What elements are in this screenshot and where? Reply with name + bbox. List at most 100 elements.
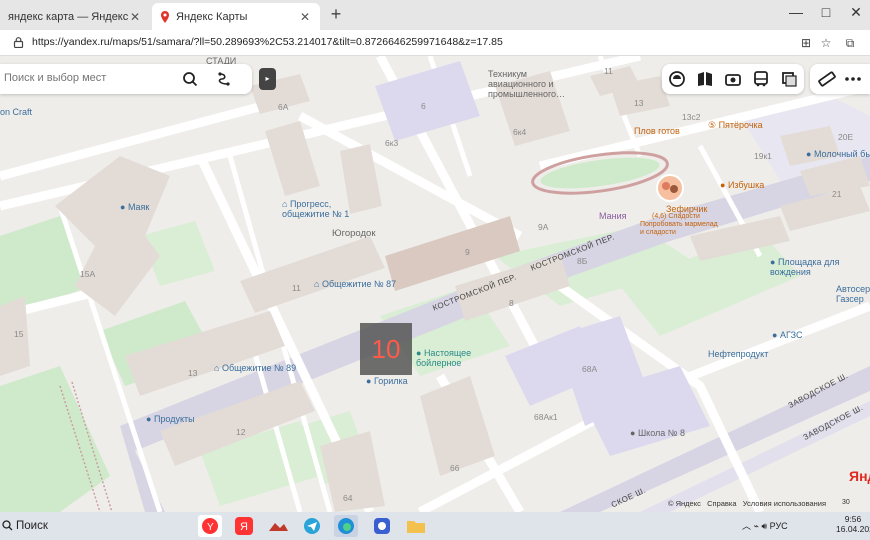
map-layers-panel (662, 64, 804, 94)
copyright-text: © Яндекс (668, 499, 701, 508)
poi-pyaterochka[interactable]: ⑤ Пятёрочка (708, 120, 763, 131)
telegram-app[interactable] (300, 515, 324, 537)
favorite-star-icon[interactable]: ☆ (818, 35, 834, 51)
collapse-panel-button[interactable]: ▸ (259, 68, 276, 90)
house-number: 13 (634, 98, 644, 108)
app-install-icon[interactable]: ⊞ (798, 35, 814, 51)
maximize-button[interactable]: □ (812, 4, 840, 20)
svg-text:Y: Y (207, 522, 214, 533)
terms-link[interactable]: Условия использования (743, 499, 826, 508)
poi-autoservice[interactable]: Автосерв Газсер (836, 284, 870, 304)
map-canvas[interactable]: 15А 15 13 12 11 9 8 6 6А 6к3 6к4 9А 8Б 6… (0, 56, 870, 512)
poi-dormitory-87[interactable]: ⌂ Общежитие № 87 (314, 279, 396, 289)
yandex-icon: Я (235, 517, 253, 535)
route-icon[interactable] (216, 71, 232, 87)
house-number: 15 (14, 329, 24, 339)
taskbar: Поиск Y Я ︿ ⌁ 🔊︎ РУС 9:56 16.04.202 (0, 512, 870, 540)
house-number: 11 (604, 66, 613, 76)
house-number: 13 (188, 368, 198, 378)
layers-icon[interactable] (668, 70, 686, 88)
poi-izbushka[interactable]: ● Избушка (720, 180, 764, 190)
clock-time: 9:56 (844, 514, 862, 524)
camera-icon[interactable] (724, 70, 742, 88)
more-options-icon[interactable] (844, 70, 862, 88)
poi-driving-area[interactable]: ● Площадка для вождения (770, 257, 850, 277)
taskbar-search[interactable]: Поиск (0, 512, 192, 540)
poi-gorilka[interactable]: ● Горилка (366, 376, 408, 386)
edge-app[interactable] (334, 515, 358, 537)
language-indicator[interactable]: РУС (770, 521, 788, 531)
yandex-app[interactable]: Я (232, 515, 256, 537)
edge-icon (338, 518, 354, 534)
house-number: 21 (832, 189, 842, 199)
search-icon[interactable] (182, 71, 198, 87)
house-number: 9А (538, 222, 549, 232)
close-tab-icon[interactable]: ✕ (128, 10, 142, 24)
url-field[interactable]: https://yandex.ru/maps/51/samara/?ll=50.… (32, 36, 503, 48)
poi-mayak[interactable]: ● Маяк (120, 202, 149, 212)
search-input[interactable] (4, 72, 174, 84)
house-number: 6к4 (513, 127, 527, 137)
poi-technikum[interactable]: Техникум авиационного и промышленного… (488, 69, 568, 99)
house-number: 64 (343, 493, 353, 503)
poi-agzs[interactable]: ● АГЗС (772, 330, 802, 340)
browser-tab-bar: яндекс карта — Яндекс: нашлось ✕ Яндекс … (0, 0, 870, 30)
tab-search-results[interactable]: яндекс карта — Яндекс: нашлось ✕ (0, 3, 150, 30)
app-icon (374, 518, 390, 534)
house-number: 8Б (577, 256, 588, 266)
tab-label: яндекс карта — Яндекс: нашлось (8, 10, 128, 23)
taskbar-clock[interactable]: 9:56 16.04.202 (836, 514, 870, 534)
poi-plov[interactable]: Плов готов (634, 126, 680, 136)
poi-molochny[interactable]: ● Молочный бы (806, 149, 870, 159)
minimize-button[interactable]: — (782, 4, 810, 20)
map-footer: © Яндекс Справка Условия использования (668, 499, 826, 508)
poi-zefirchik-avatar[interactable] (656, 174, 718, 202)
system-tray: ︿ ⌁ 🔊︎ РУС (742, 519, 788, 532)
panorama-icon[interactable] (780, 70, 798, 88)
yandex-browser-app[interactable]: Y (198, 515, 222, 537)
tab-yandex-maps[interactable]: Яндекс Карты ✕ (152, 3, 320, 30)
house-number: 6к3 (385, 138, 399, 148)
area-label: Югородок (332, 228, 376, 239)
close-tab-icon[interactable]: ✕ (298, 10, 312, 24)
lock-icon[interactable] (13, 37, 24, 48)
poi-school-8[interactable]: ● Школа № 8 (630, 428, 685, 438)
poi-produkty[interactable]: ● Продукты (146, 414, 195, 424)
tray-arrow-icon[interactable]: ︿ (742, 521, 751, 531)
file-explorer-app[interactable] (404, 515, 428, 537)
zoom-level-indicator: 10 (360, 323, 412, 375)
poi-neftprodukt[interactable]: Нефтепродукт (708, 349, 768, 359)
poi-boiler[interactable]: ● Настоящее бойлерное (416, 348, 486, 368)
close-window-button[interactable]: ✕ (842, 4, 870, 21)
svg-text:Я: Я (240, 521, 248, 533)
search-icon (2, 520, 13, 531)
house-number: 66 (450, 463, 460, 473)
volume-icon[interactable]: 🔊︎ (761, 521, 767, 531)
new-tab-button[interactable]: + (326, 4, 346, 24)
telegram-icon (304, 518, 320, 534)
network-icon[interactable]: ⌁ (754, 521, 759, 531)
settings-app[interactable] (370, 515, 394, 537)
house-number: 6А (278, 102, 289, 112)
poi-maniya[interactable]: Мания (599, 211, 626, 221)
poi-dormitory-89[interactable]: ⌂ Общежитие № 89 (214, 363, 296, 373)
house-number: 68Ак1 (534, 412, 558, 422)
photos-app[interactable] (266, 515, 290, 537)
map-book-icon[interactable] (696, 70, 714, 88)
house-number: 68А (582, 364, 598, 374)
help-link[interactable]: Справка (707, 499, 736, 508)
yandex-logo: Янд (849, 468, 870, 484)
poi-zefirchik-desc: Попробовать мармелад и сладости (640, 221, 718, 236)
house-number: 19к1 (754, 151, 772, 161)
tab-label: Яндекс Карты (176, 10, 248, 23)
poi-craft[interactable]: on Craft (0, 107, 32, 117)
poi-progress[interactable]: ⌂ Прогресс, общежитие № 1 (282, 199, 372, 219)
bus-icon[interactable] (752, 70, 770, 88)
ruler-icon[interactable] (818, 70, 836, 88)
house-number: 13с2 (682, 112, 701, 122)
map-tools-panel (810, 64, 870, 94)
screen: яндекс карта — Яндекс: нашлось ✕ Яндекс … (0, 0, 870, 540)
house-number: 11 (292, 283, 301, 293)
collections-icon[interactable]: ⧉ (842, 35, 858, 51)
photos-icon (269, 523, 288, 531)
